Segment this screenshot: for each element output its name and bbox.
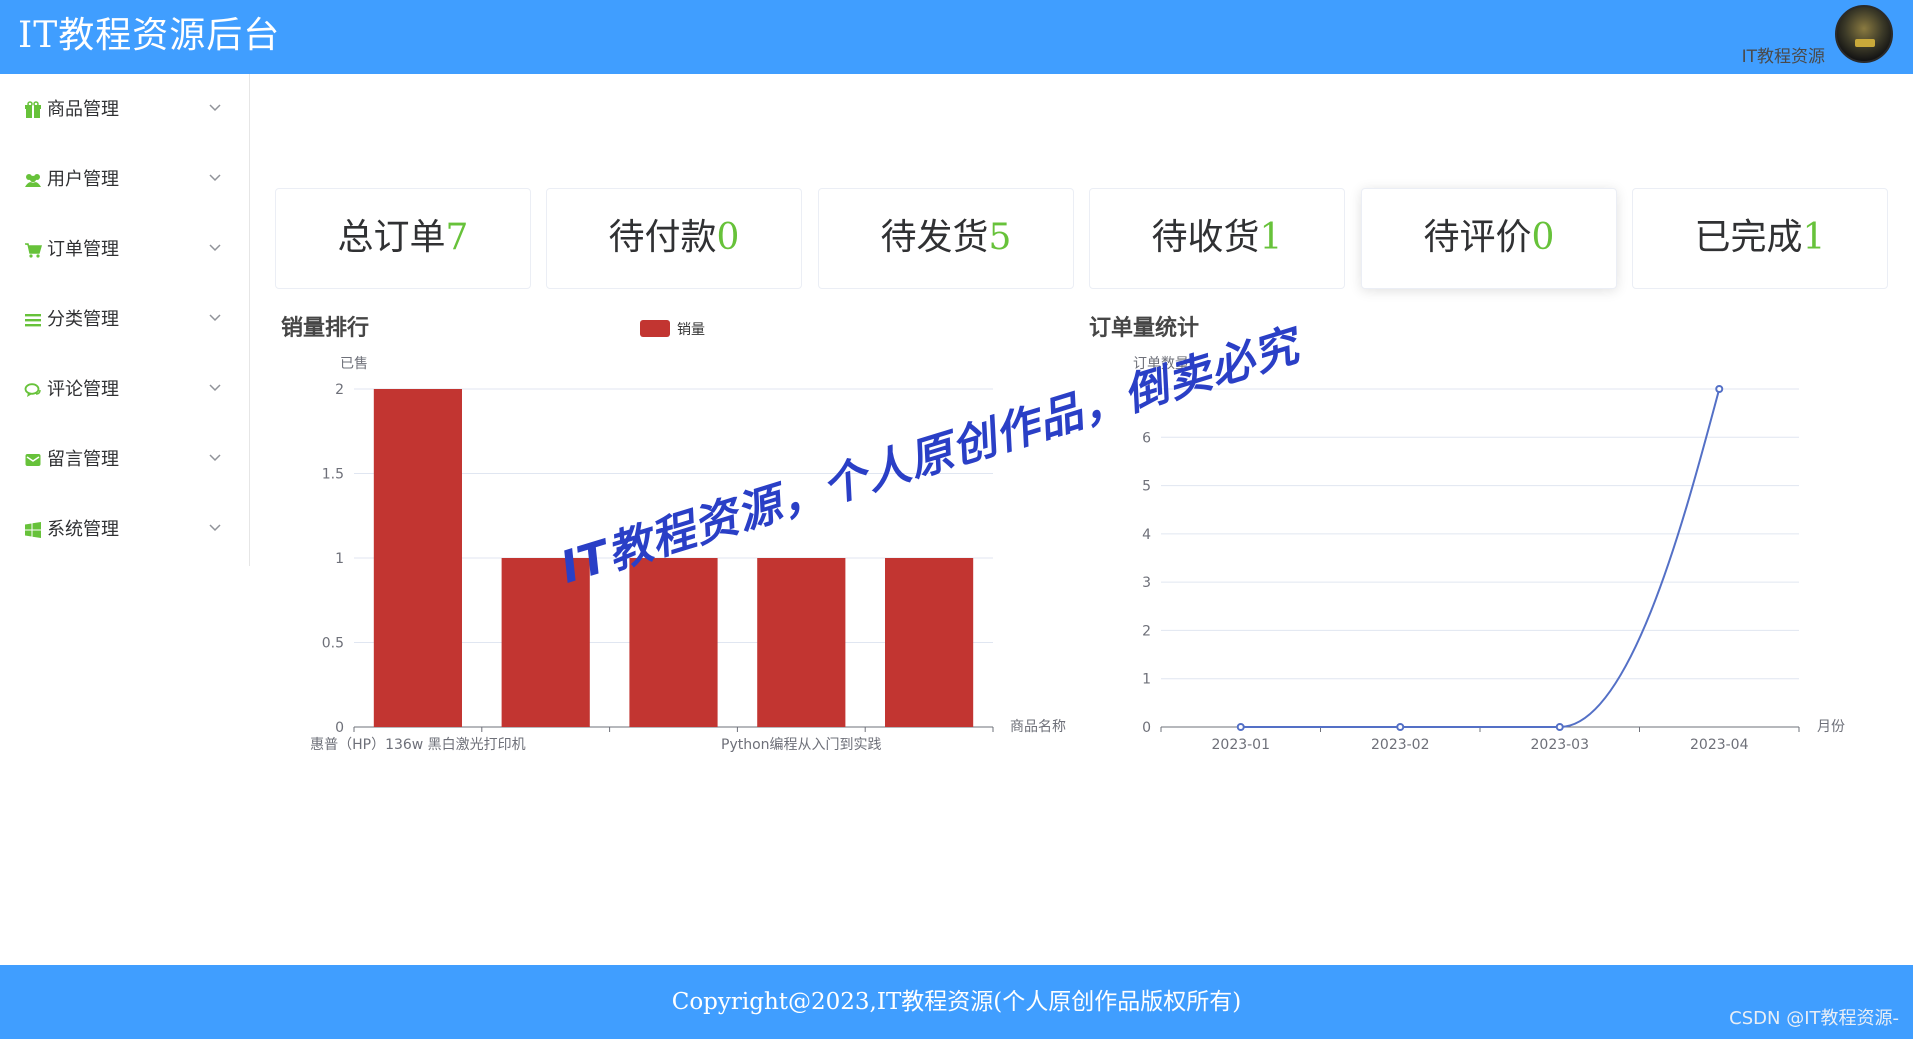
x-tick-label: 2023-01 [1212, 737, 1271, 753]
series-line [1240, 388, 1721, 728]
data-point [1396, 723, 1405, 731]
x-tick-label: 2023-02 [1371, 737, 1430, 753]
x-tick-label: 2023-03 [1531, 737, 1590, 753]
data-point [1715, 385, 1724, 393]
y-tick-label: 6 [1142, 430, 1151, 446]
y-tick-label: 5 [1142, 479, 1151, 495]
footer: Copyright@2023,IT教程资源(个人原创作品版权所有) CSDN @… [0, 965, 1913, 1039]
y-tick-label: 0 [1142, 720, 1151, 736]
data-point [1236, 723, 1245, 731]
data-point [1555, 723, 1564, 731]
copyright-text: Copyright@2023,IT教程资源(个人原创作品版权所有) [671, 989, 1242, 1015]
x-tick-label: 2023-04 [1690, 737, 1749, 753]
y-tick-label: 2 [1142, 623, 1151, 639]
y-tick-label: 1 [1142, 672, 1151, 688]
x-axis-name: 月份 [1817, 719, 1845, 735]
y-tick-label: 3 [1142, 575, 1151, 591]
csdn-credit: CSDN @IT教程资源- [1729, 1008, 1899, 1029]
order-count-chart: 012345672023-01 2023-02 2023-03 2023-04订单数量… [1133, 356, 1845, 753]
y-tick-label: 4 [1142, 527, 1151, 543]
